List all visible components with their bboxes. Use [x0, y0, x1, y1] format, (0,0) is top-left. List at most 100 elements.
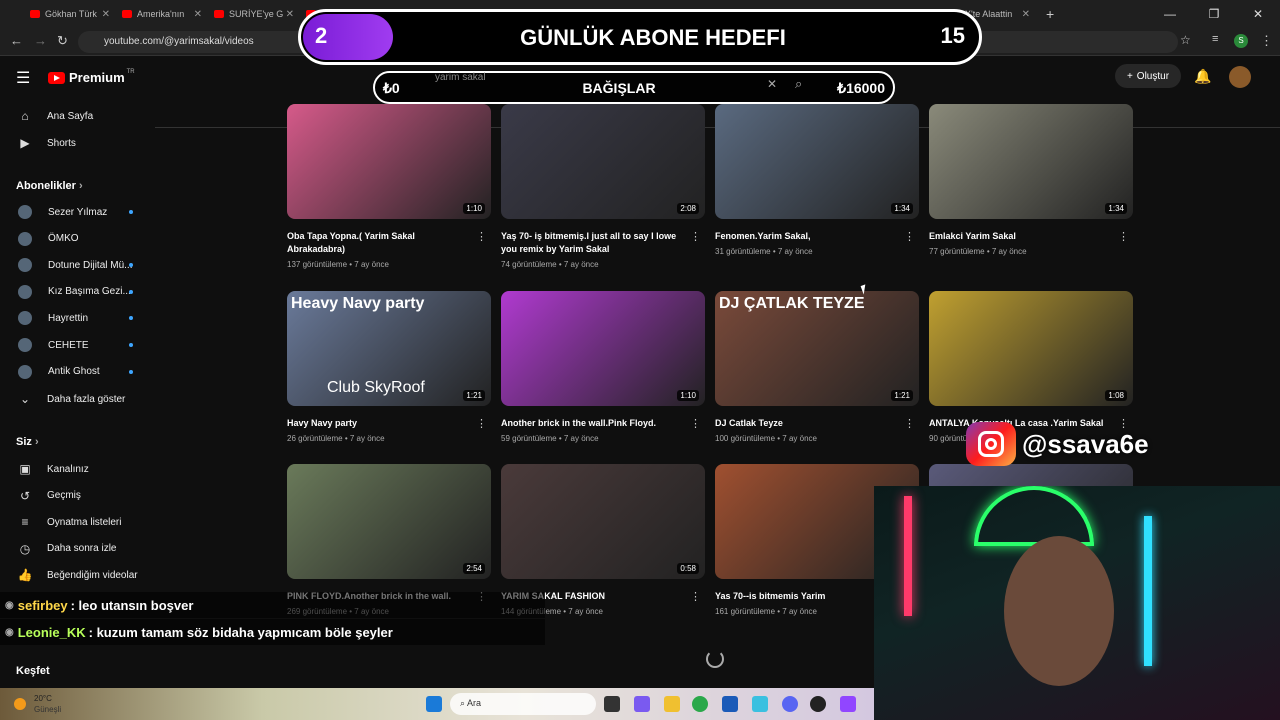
youtube-logo[interactable]: Premium TR	[48, 69, 135, 85]
hamburger-menu-icon[interactable]: ☰	[16, 68, 30, 88]
taskbar-search[interactable]: ⌕ Ara	[450, 693, 596, 715]
video-title[interactable]: Another brick in the wall.Pink Floyd.	[501, 417, 705, 430]
video-card[interactable]: Heavy Navy party Club SkyRoof 1:21 Havy Nav…	[287, 291, 491, 443]
video-thumbnail[interactable]: DJ ÇATLAK TEYZE 1:21	[715, 291, 919, 406]
tab-close-icon[interactable]: ✕	[194, 9, 202, 20]
discord-icon[interactable]	[782, 696, 798, 712]
video-thumbnail[interactable]: 2:54	[287, 464, 491, 579]
windows-start-icon[interactable]	[426, 696, 442, 712]
create-button[interactable]: + Oluştur	[1115, 64, 1181, 88]
search-clear-icon[interactable]: ✕	[767, 77, 777, 91]
sidebar-item[interactable]: CEHETE	[0, 332, 155, 358]
video-card[interactable]: 2:08 Yaş 70- iş bitmemiş.I just all to sa…	[501, 104, 705, 269]
maximize-icon[interactable]: ❐	[1192, 0, 1236, 28]
sidebar-item[interactable]: Kız Başıma Gezi...	[0, 279, 155, 305]
sidebar-item[interactable]: ≡ Oynatma listeleri	[0, 509, 155, 535]
logo-text: Premium	[69, 70, 125, 85]
sidebar-item[interactable]: Antik Ghost	[0, 359, 155, 385]
more-options-icon[interactable]: ⋮	[476, 230, 487, 243]
store-icon[interactable]	[722, 696, 738, 712]
video-card[interactable]: 1:10 Oba Tapa Yopna.( Yarim Sakal Abrakad…	[287, 104, 491, 269]
video-duration: 1:21	[891, 390, 913, 401]
browser-tab[interactable]: Amerika'nın ✕	[116, 3, 208, 25]
search-icon[interactable]: ⌕	[795, 76, 802, 92]
browser-tab[interactable]: SURİYE'ye G ✕	[208, 3, 300, 25]
sidebar-item[interactable]: Dotune Dijital Mü...	[0, 252, 155, 278]
sidebar-item[interactable]: Hayrettin	[0, 305, 155, 331]
tab-close-icon[interactable]: ✕	[1022, 9, 1030, 20]
video-meta: 137 görüntüleme • 7 ay önce	[287, 260, 389, 269]
chrome-icon[interactable]	[692, 696, 708, 712]
video-thumbnail[interactable]: 1:10	[501, 291, 705, 406]
sidebar-item[interactable]: ▣ Kanalınız	[0, 456, 155, 482]
sidebar-item[interactable]: ◷ Daha sonra izle	[0, 536, 155, 562]
video-thumbnail[interactable]: Heavy Navy party Club SkyRoof 1:21	[287, 291, 491, 406]
sidebar-item[interactable]: ⌂ Ana Sayfa	[0, 103, 155, 129]
you-heading[interactable]: Siz ›	[16, 436, 39, 448]
video-title[interactable]: Fenomen.Yarim Sakal,	[715, 230, 919, 243]
video-thumbnail[interactable]: 1:34	[929, 104, 1133, 219]
video-title[interactable]: Havy Navy party	[287, 417, 491, 430]
upload-age: 7 ay önce	[354, 260, 389, 269]
sidebar-item[interactable]: ↺ Geçmiş	[0, 483, 155, 509]
obs-icon[interactable]	[810, 696, 826, 712]
minimize-icon[interactable]: —	[1148, 0, 1192, 28]
more-options-icon[interactable]: ⋮	[690, 230, 701, 243]
new-content-dot	[129, 316, 133, 321]
media-icon[interactable]: ≡	[1212, 33, 1218, 45]
video-title[interactable]: DJ Catlak Teyze	[715, 417, 919, 430]
forward-icon[interactable]: →	[34, 33, 47, 48]
video-card[interactable]: 1:34 Fenomen.Yarim Sakal, ⋮ 31 görüntüleme …	[715, 104, 919, 256]
more-options-icon[interactable]: ⋮	[476, 417, 487, 430]
video-title[interactable]: Oba Tapa Yopna.( Yarim Sakal Abrakadabra…	[287, 230, 491, 256]
video-card[interactable]: 1:10 Another brick in the wall.Pink Floyd…	[501, 291, 705, 443]
sidebar-item[interactable]: ▶ Shorts	[0, 130, 155, 156]
back-icon[interactable]: ←	[10, 33, 23, 48]
file-explorer-icon[interactable]	[664, 696, 680, 712]
task-view-icon[interactable]	[604, 696, 620, 712]
video-title[interactable]: Yaş 70- iş bitmemiş.I just all to say I …	[501, 230, 705, 256]
app-icon[interactable]	[752, 696, 768, 712]
sidebar-item-label: CEHETE	[48, 339, 89, 351]
goal-target: 15	[940, 23, 965, 48]
view-count: 161 görüntüleme	[715, 607, 776, 616]
video-thumbnail[interactable]: 2:08	[501, 104, 705, 219]
sidebar-item-label: Dotune Dijital Mü...	[48, 259, 133, 271]
reload-icon[interactable]: ↻	[57, 33, 68, 49]
tab-close-icon[interactable]: ✕	[286, 9, 294, 20]
account-avatar[interactable]	[1229, 66, 1251, 88]
browser-menu-icon[interactable]: ⋮	[1260, 33, 1273, 49]
copilot-icon[interactable]	[634, 696, 650, 712]
more-options-icon[interactable]: ⋮	[690, 590, 701, 603]
browser-tab[interactable]: Gökhan Türk ✕	[24, 3, 116, 25]
video-thumbnail[interactable]: 1:10	[287, 104, 491, 219]
more-options-icon[interactable]: ⋮	[904, 417, 915, 430]
twitch-icon[interactable]	[840, 696, 856, 712]
window-controls: — ❐ ✕	[1148, 0, 1280, 28]
video-thumbnail[interactable]: 0:58	[501, 464, 705, 579]
sidebar-item-label: Oynatma listeleri	[47, 516, 122, 528]
like-icon: 👍	[17, 568, 33, 583]
subscriptions-heading[interactable]: Abonelikler ›	[16, 180, 83, 192]
video-thumbnail[interactable]: 1:34	[715, 104, 919, 219]
video-card[interactable]: 1:34 Emlakci Yarim Sakal ⋮ 77 görüntüleme •…	[929, 104, 1133, 256]
bookmark-star-icon[interactable]: ☆	[1180, 33, 1191, 47]
clock-icon: ◷	[19, 541, 31, 556]
chat-text: : kuzum tamam söz bidaha yapmıcam böle ş…	[88, 624, 393, 640]
new-tab-button[interactable]: +	[1046, 6, 1054, 22]
notifications-bell-icon[interactable]: 🔔	[1194, 68, 1211, 85]
profile-avatar[interactable]: S	[1234, 34, 1248, 48]
more-options-icon[interactable]: ⋮	[690, 417, 701, 430]
sidebar-item[interactable]: 👍 Beğendiğim videolar	[0, 562, 155, 588]
close-icon[interactable]: ✕	[1236, 0, 1280, 28]
more-options-icon[interactable]: ⋮	[1118, 230, 1129, 243]
more-options-icon[interactable]: ⋮	[904, 230, 915, 243]
video-card[interactable]: 1:08 ANTALYA Konyaaltı La casa .Yarim Sak…	[929, 291, 1133, 443]
video-card[interactable]: DJ ÇATLAK TEYZE 1:21 DJ Catlak Teyze ⋮ 100 g…	[715, 291, 919, 443]
video-thumbnail[interactable]: 1:08	[929, 291, 1133, 406]
sidebar-item[interactable]: ÖMKO	[0, 226, 155, 252]
video-title[interactable]: Emlakci Yarim Sakal	[929, 230, 1133, 243]
tab-close-icon[interactable]: ✕	[102, 9, 110, 20]
sidebar-item[interactable]: Sezer Yılmaz	[0, 199, 155, 225]
sidebar-item[interactable]: ⌄ Daha fazla göster	[0, 386, 155, 412]
